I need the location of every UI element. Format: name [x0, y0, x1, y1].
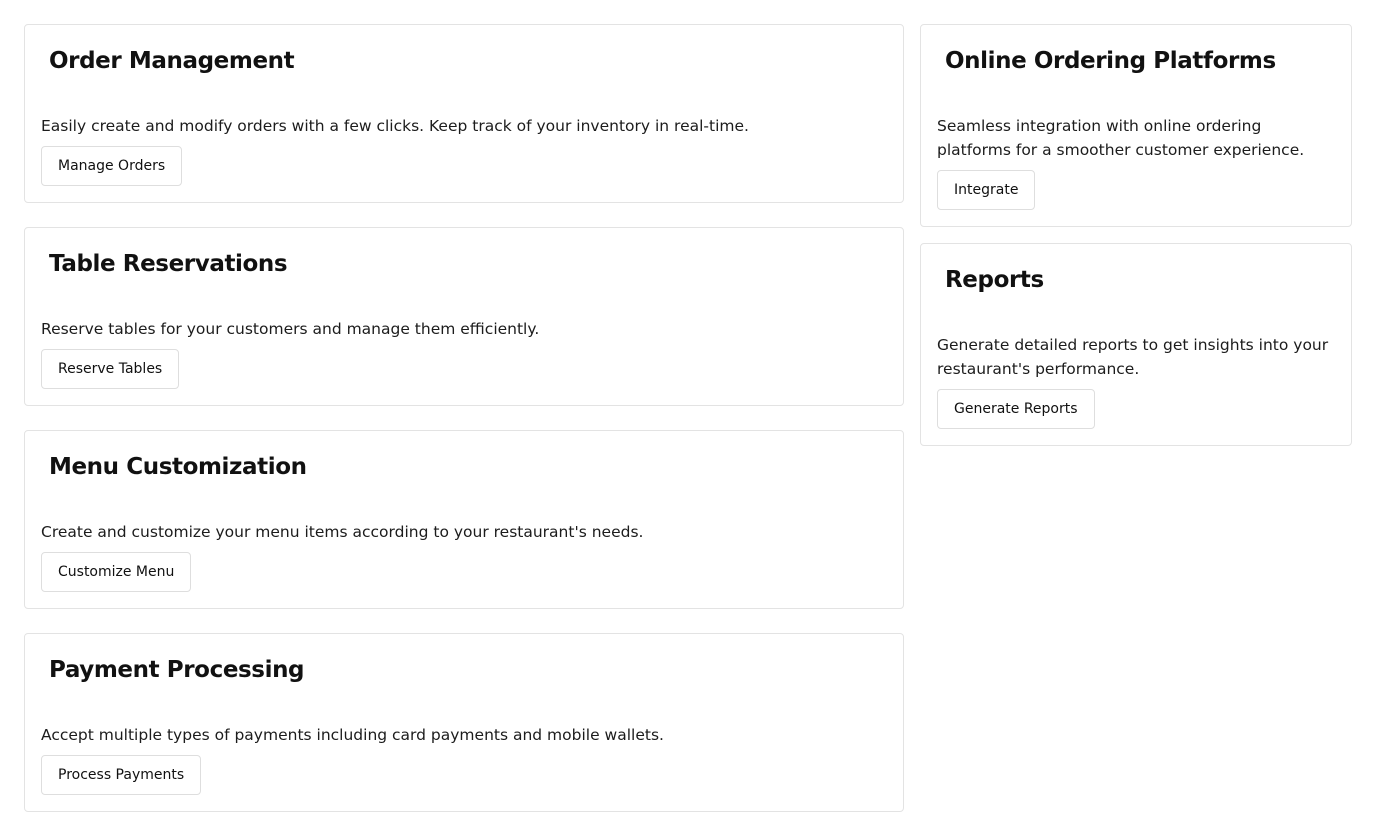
menu-customization-card: Menu Customization Create and customize … — [24, 430, 904, 609]
card-description: Create and customize your menu items acc… — [41, 523, 644, 541]
process-payments-button[interactable]: Process Payments — [41, 755, 202, 795]
left-column: Order Management Easily create and modif… — [24, 24, 904, 832]
features-page: Order Management Easily create and modif… — [0, 0, 1376, 832]
customize-menu-button[interactable]: Customize Menu — [41, 552, 192, 592]
right-column: Online Ordering Platforms Seamless integ… — [920, 24, 1352, 462]
table-reservations-card: Table Reservations Reserve tables for yo… — [24, 227, 904, 406]
order-management-card: Order Management Easily create and modif… — [24, 24, 904, 203]
card-title: Table Reservations — [49, 251, 288, 277]
card-description: Accept multiple types of payments includ… — [41, 726, 664, 744]
manage-orders-button[interactable]: Manage Orders — [41, 146, 183, 186]
card-description: Seamless integration with online orderin… — [937, 117, 1305, 159]
reports-card: Reports Generate detailed reports to get… — [920, 243, 1352, 446]
card-description: Easily create and modify orders with a f… — [41, 117, 749, 135]
card-description: Reserve tables for your customers and ma… — [41, 320, 540, 338]
card-title: Menu Customization — [49, 454, 307, 480]
card-description: Generate detailed reports to get insight… — [937, 336, 1329, 378]
online-ordering-platforms-card: Online Ordering Platforms Seamless integ… — [920, 24, 1352, 227]
card-title: Online Ordering Platforms — [945, 48, 1276, 74]
card-title: Reports — [945, 267, 1044, 293]
integrate-button[interactable]: Integrate — [937, 170, 1036, 210]
generate-reports-button[interactable]: Generate Reports — [937, 389, 1095, 429]
card-title: Payment Processing — [49, 657, 305, 683]
reserve-tables-button[interactable]: Reserve Tables — [41, 349, 180, 389]
payment-processing-card: Payment Processing Accept multiple types… — [24, 633, 904, 812]
card-title: Order Management — [49, 48, 295, 74]
